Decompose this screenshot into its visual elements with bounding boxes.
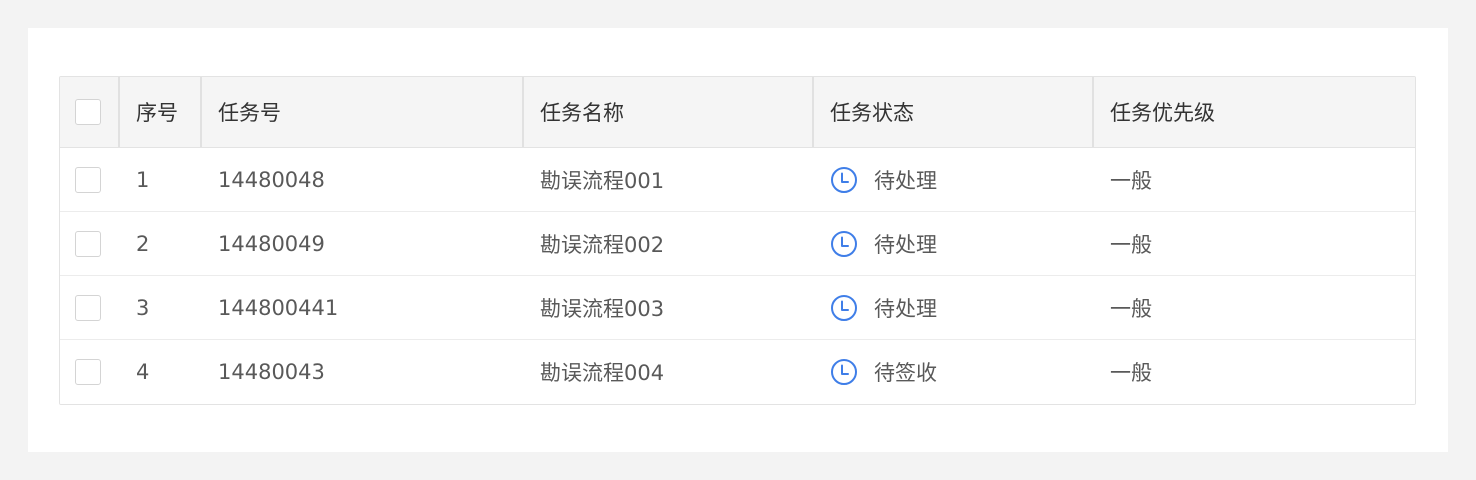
table-header-row: 序号 任务号 任务名称 任务状态 任务优先级 bbox=[60, 77, 1415, 148]
row-checkbox[interactable] bbox=[75, 294, 101, 321]
table-row[interactable]: 3 144800441 勘误流程003 待处理 一般 bbox=[60, 276, 1415, 340]
row-task-no: 14480049 bbox=[218, 231, 325, 256]
content-card: 序号 任务号 任务名称 任务状态 任务优先级 1 14480048 勘误流程00… bbox=[28, 28, 1448, 452]
row-task-status: 待签收 bbox=[874, 361, 937, 385]
row-task-status: 待处理 bbox=[874, 168, 937, 193]
header-index: 序号 bbox=[120, 77, 202, 147]
header-task-priority: 任务优先级 bbox=[1110, 101, 1215, 125]
clock-icon bbox=[831, 359, 857, 385]
clock-icon bbox=[831, 294, 857, 321]
task-table: 序号 任务号 任务名称 任务状态 任务优先级 1 14480048 勘误流程00… bbox=[59, 76, 1416, 405]
row-task-status: 待处理 bbox=[874, 296, 937, 321]
row-task-status: 待处理 bbox=[874, 232, 937, 257]
row-task-priority: 一般 bbox=[1110, 232, 1152, 257]
row-index: 2 bbox=[136, 231, 150, 256]
table-row[interactable]: 4 14480043 勘误流程004 待签收 一般 bbox=[60, 340, 1415, 404]
row-task-priority: 一般 bbox=[1110, 296, 1152, 321]
header-task-name: 任务名称 bbox=[524, 77, 814, 147]
row-task-name: 勘误流程001 bbox=[540, 168, 665, 193]
row-checkbox[interactable] bbox=[75, 230, 101, 257]
header-select-cell bbox=[60, 77, 120, 147]
row-select-cell bbox=[60, 340, 120, 404]
row-task-name: 勘误流程002 bbox=[540, 232, 665, 257]
row-checkbox[interactable] bbox=[75, 359, 101, 385]
row-task-no: 144800441 bbox=[218, 295, 339, 320]
clock-icon bbox=[831, 230, 857, 257]
row-index: 1 bbox=[136, 167, 150, 192]
row-task-priority: 一般 bbox=[1110, 361, 1152, 385]
row-index: 3 bbox=[136, 295, 150, 320]
row-task-no: 14480043 bbox=[218, 360, 325, 384]
row-task-status-cell: 待处理 bbox=[814, 148, 1094, 211]
table-row[interactable]: 2 14480049 勘误流程002 待处理 一般 bbox=[60, 212, 1415, 276]
row-task-name: 勘误流程004 bbox=[540, 361, 665, 385]
row-select-cell bbox=[60, 276, 120, 339]
row-task-no: 14480048 bbox=[218, 167, 325, 192]
header-task-no: 任务号 bbox=[202, 77, 524, 147]
row-task-status-cell: 待签收 bbox=[814, 340, 1094, 404]
row-task-status-cell: 待处理 bbox=[814, 212, 1094, 275]
row-select-cell bbox=[60, 148, 120, 211]
row-task-priority: 一般 bbox=[1110, 168, 1152, 193]
row-select-cell bbox=[60, 212, 120, 275]
row-checkbox[interactable] bbox=[75, 166, 101, 193]
row-task-name: 勘误流程003 bbox=[540, 296, 665, 321]
row-task-status-cell: 待处理 bbox=[814, 276, 1094, 339]
table-row[interactable]: 1 14480048 勘误流程001 待处理 一般 bbox=[60, 148, 1415, 212]
select-all-checkbox[interactable] bbox=[75, 99, 101, 125]
header-task-status: 任务状态 bbox=[814, 77, 1094, 147]
row-index: 4 bbox=[136, 360, 150, 384]
clock-icon bbox=[831, 166, 857, 193]
